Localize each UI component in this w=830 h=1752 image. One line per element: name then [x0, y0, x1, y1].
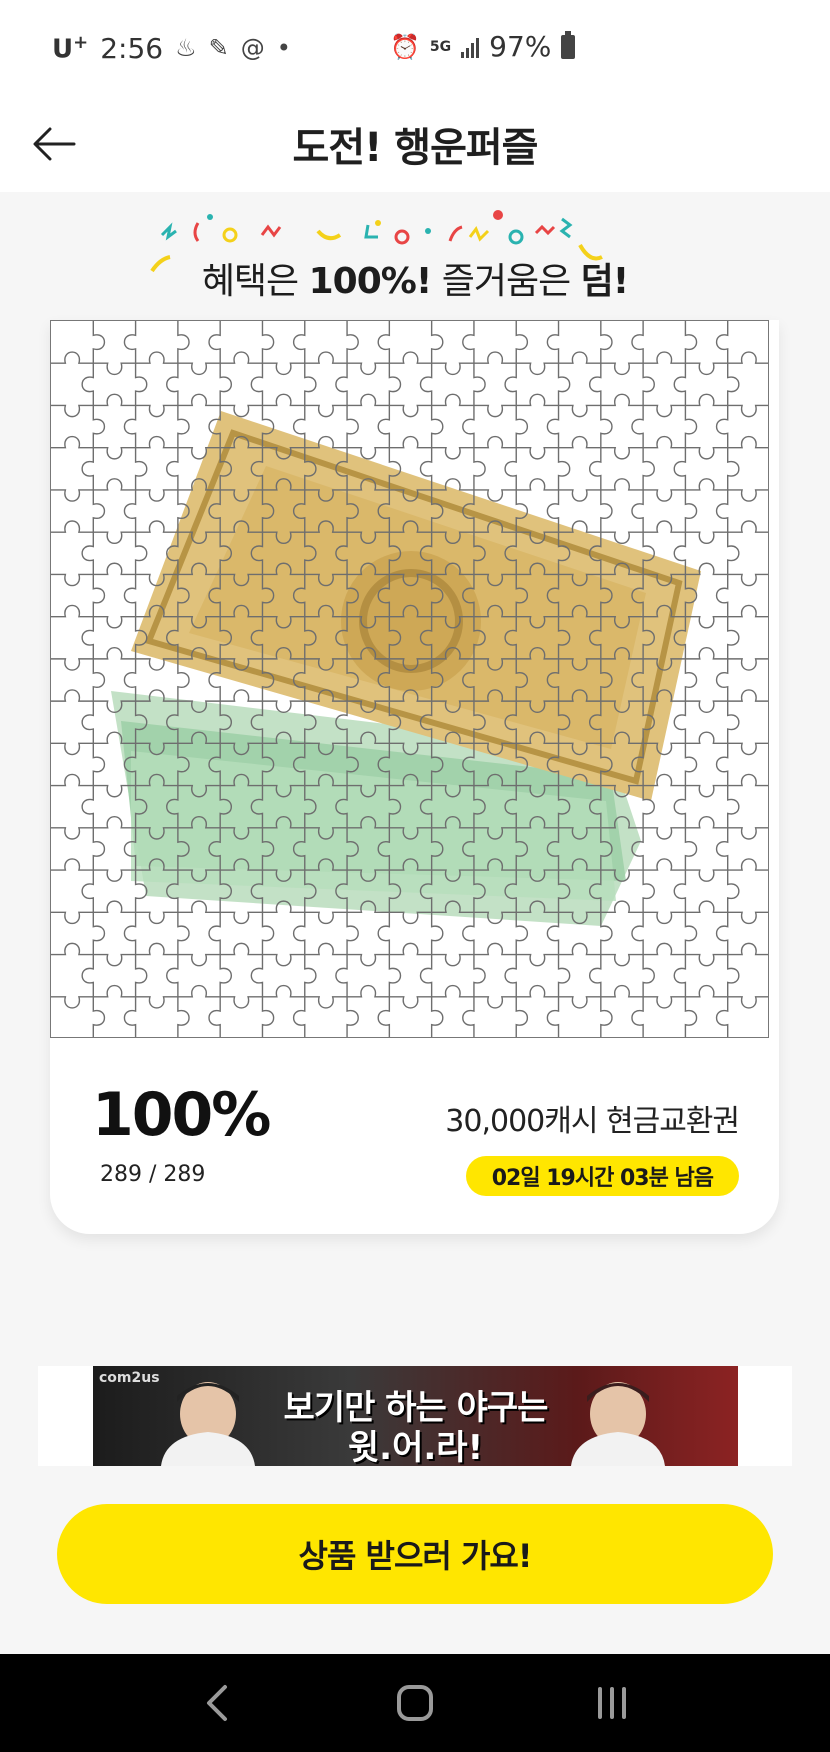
- notification-icon: ♨: [175, 34, 197, 62]
- clock: 2:56: [100, 31, 164, 65]
- time-remaining-badge: 02일 19시간 03분 남음: [465, 1156, 739, 1196]
- dot-icon: •: [276, 34, 291, 62]
- puzzle-card: 100% 289 / 289 30,000캐시 현금교환권 02일 19시간 0…: [50, 320, 779, 1234]
- alarm-icon: ⏰: [390, 32, 420, 61]
- nav-back-icon[interactable]: [188, 1673, 248, 1733]
- feather-icon: ✎: [208, 34, 229, 62]
- status-bar: U+ 2:56 ♨ ✎ @ • ⏰ 5G 97%: [0, 0, 830, 96]
- nav-recents-icon[interactable]: [582, 1673, 642, 1733]
- ad-banner[interactable]: com2us 보기만 하는 야구는 윗.어.라!: [93, 1366, 738, 1466]
- nav-home-icon[interactable]: [385, 1673, 445, 1733]
- carrier-label: U+: [52, 31, 89, 65]
- network-label: 5G: [429, 38, 452, 55]
- prize-name: 30,000캐시 현금교환권: [445, 1104, 740, 1139]
- ad-subheadline: 윗.어.라!: [347, 1428, 484, 1466]
- claim-prize-button[interactable]: 상품 받으러 가요!: [57, 1504, 773, 1604]
- battery-icon: [561, 30, 576, 59]
- progress-percent: 100%: [92, 1080, 271, 1150]
- banner-slogan: 혜택은 100%! 즐거움은 덤!: [201, 261, 629, 302]
- back-arrow-icon[interactable]: [28, 118, 80, 170]
- system-nav-bar: [0, 1654, 830, 1752]
- ad-strip: com2us 보기만 하는 야구는 윗.어.라!: [38, 1366, 792, 1466]
- signal-icon: [461, 36, 480, 58]
- puzzle-grid-overlay: [51, 321, 768, 1037]
- page-title: 도전! 행운퍼즐: [292, 125, 539, 171]
- app-header: 도전! 행운퍼즐: [0, 96, 830, 192]
- battery-percent: 97%: [489, 30, 552, 63]
- at-icon: @: [240, 34, 265, 62]
- puzzle-board[interactable]: [50, 320, 769, 1038]
- progress-count: 289 / 289: [100, 1162, 206, 1187]
- puzzle-piece-outlines: [51, 321, 768, 1037]
